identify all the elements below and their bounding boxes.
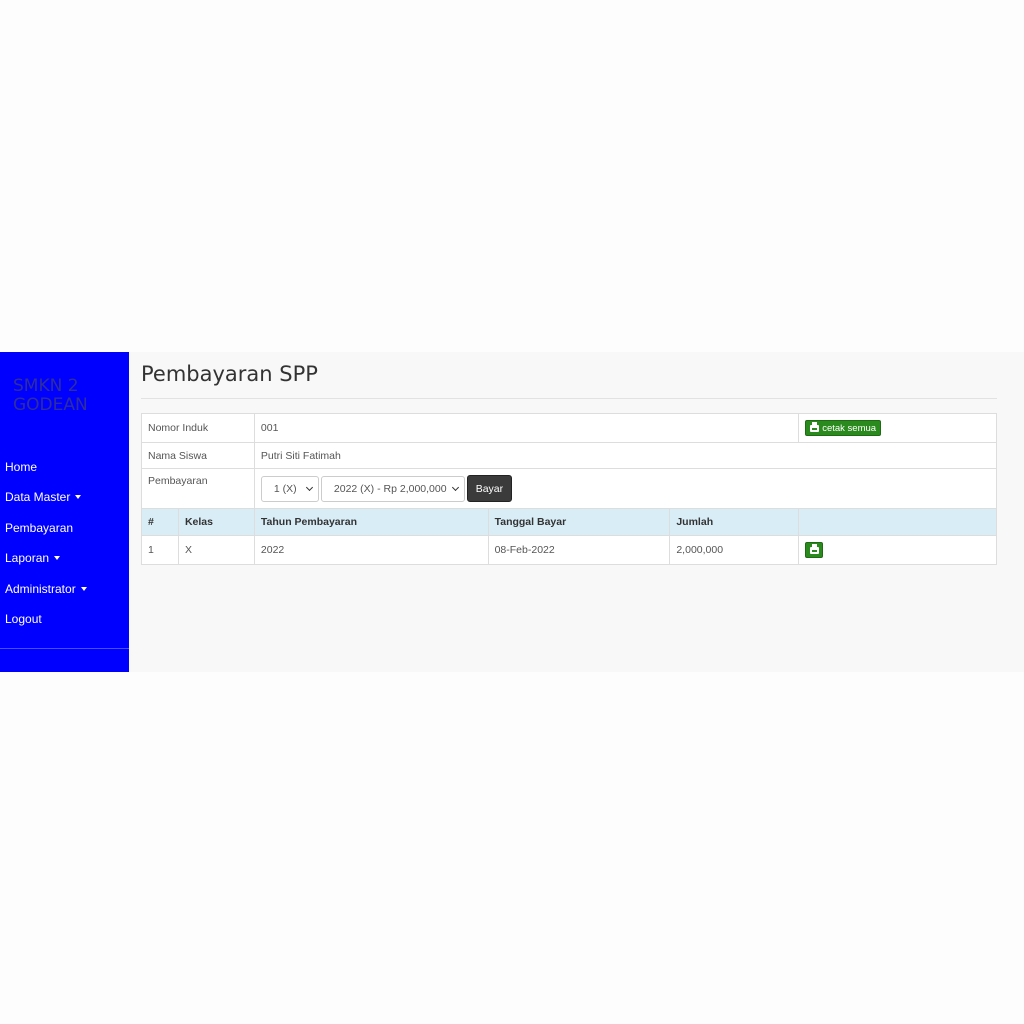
label-nomor-induk: Nomor Induk — [141, 413, 255, 443]
sidebar-item-label: Pembayaran — [5, 520, 74, 535]
payment-table: Nomor Induk 001 cetak semua Nama Siswa P… — [141, 413, 998, 565]
sidebar-item-label: Logout — [5, 611, 42, 626]
value-nomor-induk: 001 — [253, 413, 800, 443]
print-row-button[interactable] — [805, 542, 824, 558]
header-actions — [798, 508, 997, 536]
tahun-select-value: 2022 (X) - Rp 2,000,000 — [333, 482, 447, 495]
row-nama-siswa: Nama Siswa Putri Siti Fatimah — [141, 442, 998, 469]
bayar-button[interactable]: Bayar — [466, 475, 512, 502]
sidebar-item-administrator[interactable]: Administrator — [0, 574, 129, 604]
cell-tanggal: 08-Feb-2022 — [487, 535, 671, 565]
brand-title[interactable]: SMKN 2 GODEAN — [13, 377, 123, 415]
value-nama-siswa: Putri Siti Fatimah — [253, 442, 998, 469]
sidebar-item-label: Laporan — [5, 551, 50, 566]
cell-actions — [798, 535, 997, 565]
sidebar-item-data-master[interactable]: Data Master — [0, 482, 129, 512]
row-nomor-induk: Nomor Induk 001 cetak semua — [141, 413, 997, 443]
cell-jumlah: 2,000,000 — [669, 535, 800, 565]
sidebar-item-logout[interactable]: Logout — [0, 604, 129, 634]
sidebar-item-home[interactable]: Home — [0, 452, 129, 482]
sidebar-nav: Home Data Master Pembayaran Laporan Admi… — [0, 452, 129, 634]
title-divider — [141, 398, 997, 399]
header-tahun-pembayaran: Tahun Pembayaran — [253, 508, 489, 536]
caret-down-icon — [54, 556, 61, 561]
header-jumlah: Jumlah — [669, 508, 800, 536]
cetak-semua-button[interactable]: cetak semua — [805, 420, 882, 436]
header-tanggal-bayar: Tanggal Bayar — [487, 508, 671, 536]
row-pembayaran: Pembayaran 1 (X) 2022 (X) - Rp 2,000,000… — [141, 468, 998, 509]
table-row: 1 X 2022 08-Feb-2022 2,000,000 — [141, 535, 997, 565]
header-no: # — [141, 508, 179, 536]
cell-kelas: X — [177, 535, 255, 565]
cetak-semua-label: cetak semua — [822, 422, 877, 434]
caret-down-icon — [75, 495, 82, 500]
sidebar-divider — [0, 648, 129, 649]
sidebar-item-pembayaran[interactable]: Pembayaran — [0, 513, 129, 543]
kelas-select-value: 1 (X) — [273, 482, 297, 495]
tahun-select[interactable]: 2022 (X) - Rp 2,000,000 — [320, 475, 465, 502]
kelas-select[interactable]: 1 (X) — [260, 475, 319, 502]
sidebar-item-label: Data Master — [5, 490, 71, 505]
header-kelas: Kelas — [177, 508, 255, 536]
chevron-down-icon — [305, 483, 313, 491]
label-pembayaran: Pembayaran — [141, 468, 255, 509]
sidebar-item-laporan[interactable]: Laporan — [0, 543, 129, 573]
printer-icon — [809, 543, 819, 554]
caret-down-icon — [80, 586, 87, 591]
cetak-cell: cetak semua — [798, 413, 997, 443]
cell-no: 1 — [141, 535, 179, 565]
payments-header-row: # Kelas Tahun Pembayaran Tanggal Bayar J… — [141, 508, 997, 536]
sidebar-item-label: Administrator — [5, 581, 76, 596]
app-window: SMKN 2 GODEAN Home Data Master Pembayara… — [0, 352, 1024, 672]
cell-tahun: 2022 — [253, 535, 489, 565]
page-title: Pembayaran SPP — [141, 362, 318, 386]
label-nama-siswa: Nama Siswa — [141, 442, 255, 469]
chevron-down-icon — [451, 483, 459, 491]
sidebar: SMKN 2 GODEAN Home Data Master Pembayara… — [0, 352, 129, 672]
pembayaran-form: 1 (X) 2022 (X) - Rp 2,000,000 Bayar — [253, 468, 998, 509]
sidebar-item-label: Home — [5, 460, 38, 474]
printer-icon — [810, 421, 820, 432]
